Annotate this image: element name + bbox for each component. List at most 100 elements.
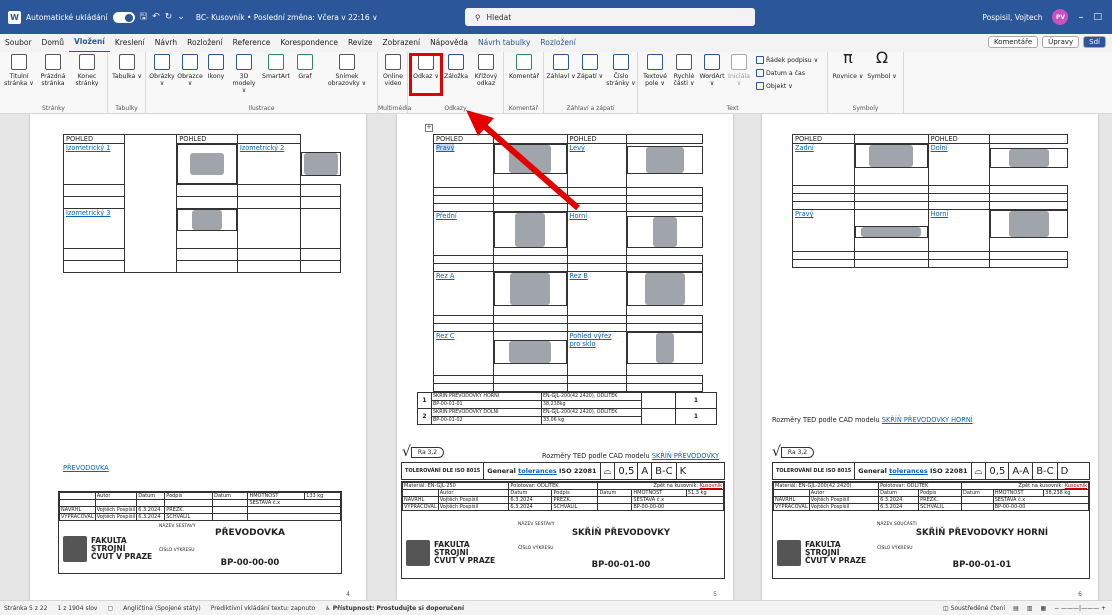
share-button[interactable]: Sdí xyxy=(1083,36,1106,48)
view-link-rez-a[interactable]: Řez A xyxy=(436,272,454,280)
view-link-rez-c[interactable]: Řez C xyxy=(436,332,455,340)
tb-label: Podpis xyxy=(551,489,599,497)
krizovy-odkaz-button[interactable]: Křížový odkaz xyxy=(470,54,502,87)
prazdna-button[interactable]: Prázdná stránka xyxy=(36,54,70,87)
bom-mass: 33,06 kg xyxy=(541,416,642,425)
smartart-button[interactable]: SmartArt xyxy=(260,54,292,80)
bom-material: EN-GJL-200(42 2420), ODLITEK xyxy=(541,408,642,417)
omega-icon: Ω xyxy=(875,48,889,67)
document-title[interactable]: BC- Kusovník • Poslední změna: Včera v 2… xyxy=(196,13,378,22)
snimek-button[interactable]: Snímek obrazovky ∨ xyxy=(322,54,372,87)
tab-navrh[interactable]: Návrh xyxy=(150,34,182,52)
print-layout-icon[interactable]: ▤ xyxy=(1013,605,1019,612)
tab-napoveda[interactable]: Nápověda xyxy=(425,34,473,52)
tab-korespondence[interactable]: Korespondence xyxy=(275,34,343,52)
ikony-button[interactable]: Ikony xyxy=(204,54,228,80)
avatar[interactable]: PV xyxy=(1052,9,1069,25)
datum-cas-button[interactable]: Datum a čas xyxy=(756,69,805,77)
view-link-izometricky-2[interactable]: Izometrický 2 xyxy=(240,144,284,152)
view-link-pohled-vyrez[interactable]: Pohled výřez pro sklo xyxy=(570,332,612,348)
object-icon xyxy=(756,82,764,90)
tol-value: 0,5 xyxy=(615,463,639,479)
view-link-horni[interactable]: Horní xyxy=(570,212,588,220)
3d-modely-button[interactable]: 3D modely ∨ xyxy=(230,54,258,94)
status-language[interactable]: Angličtina (Spojené státy) xyxy=(123,605,201,612)
cislo-stranky-button[interactable]: Číslo stránky ∨ xyxy=(606,54,636,87)
view-link-predni[interactable]: Přední xyxy=(436,212,457,220)
tab-soubor[interactable]: Soubor xyxy=(0,34,37,52)
focus-button[interactable]: ◫ Soustředěné čtení xyxy=(943,605,1005,612)
online-video-button[interactable]: Online video xyxy=(380,54,406,87)
search-box[interactable]: ⚲ Hledat xyxy=(465,8,755,26)
assembly-link[interactable]: PŘEVODOVKA xyxy=(63,464,109,472)
bom-name[interactable]: SKŘÍŇ PŘEVODOVKY DOLNÍ xyxy=(431,408,542,417)
ted-link[interactable]: SKŘÍŇ PŘEVODOVKY xyxy=(652,452,719,460)
obrazce-button[interactable]: Obrazce ∨ xyxy=(176,54,204,87)
rovnice-button[interactable]: π Rovnice ∨ xyxy=(832,50,864,81)
ted-link[interactable]: SKŘÍŇ PŘEVODOVKY HORNÍ xyxy=(882,416,973,424)
read-mode-icon[interactable]: ▥ xyxy=(1027,605,1033,612)
textove-pole-button[interactable]: Textové pole ∨ xyxy=(640,54,670,87)
radek-podpisu-button[interactable]: Řádek podpisu ∨ xyxy=(756,56,818,64)
tol-datum: A xyxy=(638,463,653,479)
view-header: POHLED xyxy=(566,134,628,144)
view-link-horni[interactable]: Horní xyxy=(931,210,949,218)
tab-domu[interactable]: Domů xyxy=(37,34,69,52)
web-layout-icon[interactable]: ▦ xyxy=(1040,605,1046,612)
komentar-button[interactable]: Komentář xyxy=(506,54,542,80)
status-accessibility[interactable]: ♿ Přístupnost: Prostudujte si doporučení xyxy=(325,605,464,612)
minimize-icon[interactable]: – xyxy=(1078,12,1083,23)
tab-kresleni[interactable]: Kreslení xyxy=(110,34,150,52)
user-name[interactable]: Pospisil, Vojtech xyxy=(982,13,1042,22)
view-link-pravy[interactable]: Pravý xyxy=(795,210,813,218)
graf-button[interactable]: Graf xyxy=(294,54,316,80)
qat-more-icon[interactable]: ⌄ xyxy=(177,12,185,22)
tab-navrh-tabulky[interactable]: Návrh tabulky xyxy=(473,34,535,52)
undo-icon[interactable]: ↶ xyxy=(152,12,160,22)
tb-material: Materiál: EN-GJL-250 xyxy=(401,482,510,490)
status-predictive[interactable]: Prediktivní vkládání textu: zapnuto xyxy=(211,605,316,612)
save-icon[interactable]: 🖫 xyxy=(140,9,148,25)
redo-icon[interactable]: ↻ xyxy=(165,12,173,22)
iniciala-button[interactable]: Iniciála ∨ xyxy=(726,54,752,87)
group-label: Záhlaví a zápatí xyxy=(566,105,615,112)
zapati-button[interactable]: Zápatí ∨ xyxy=(576,54,604,80)
obrazky-button[interactable]: Obrázky ∨ xyxy=(148,54,176,87)
restore-icon[interactable]: □ xyxy=(1093,12,1102,22)
table-move-handle[interactable]: + xyxy=(425,124,433,132)
zahlavi-button[interactable]: Záhlaví ∨ xyxy=(546,54,576,80)
proofing-icon[interactable]: ▢ xyxy=(107,605,113,612)
comments-button[interactable]: Komentáře xyxy=(987,36,1039,48)
view-link-izometricky-1[interactable]: Izometrický 1 xyxy=(66,144,110,152)
bom-name[interactable]: SKŘÍŇ PŘEVODOVKY HORNÍ xyxy=(431,392,542,401)
tabulka-button[interactable]: Tabulka ∨ xyxy=(112,54,142,80)
view-link-izometricky-3[interactable]: Izometrický 3 xyxy=(66,209,110,217)
rychle-casti-button[interactable]: Rychlé části ∨ xyxy=(670,54,698,87)
zoom-slider[interactable]: − ———|——— + xyxy=(1054,605,1106,612)
quick-parts-icon xyxy=(676,54,692,70)
objekt-button[interactable]: Objekt ∨ xyxy=(756,82,793,90)
view-link-dolni[interactable]: Dolní xyxy=(931,144,948,152)
view-link-rez-b[interactable]: Řez B xyxy=(570,272,588,280)
word-icon[interactable]: W xyxy=(8,10,21,24)
status-page[interactable]: Stránka 5 z 22 xyxy=(4,605,47,612)
tab-zobrazeni[interactable]: Zobrazení xyxy=(378,34,426,52)
tab-rozlozeni-tabulky[interactable]: Rozložení xyxy=(535,34,580,52)
tab-vlozeni[interactable]: Vložení xyxy=(68,33,110,53)
edits-button[interactable]: Úpravy xyxy=(1042,36,1080,48)
zalozka-button[interactable]: Záložka xyxy=(442,54,470,80)
autosave-toggle[interactable] xyxy=(112,11,135,23)
view-link-pravy[interactable]: Pravý xyxy=(436,144,455,152)
tab-reference[interactable]: Reference xyxy=(228,34,276,52)
view-link-levy[interactable]: Levý xyxy=(570,144,585,152)
tab-rozlozeni[interactable]: Rozložení xyxy=(182,34,227,52)
wordart-button[interactable]: WordArt ∨ xyxy=(698,54,726,87)
konec-button[interactable]: Konec stránky xyxy=(70,54,104,87)
view-link-zadni[interactable]: Zadní xyxy=(795,144,814,152)
status-words[interactable]: 1 z 1904 slov xyxy=(57,605,97,612)
symbol-button[interactable]: Ω Symbol ∨ xyxy=(866,48,898,81)
titulni-button[interactable]: Titulní stránka ∨ xyxy=(2,54,36,87)
tab-revize[interactable]: Revize xyxy=(343,34,378,52)
page-5: + POHLED POHLED Pravý Levý Přední Horní Řez… xyxy=(397,114,733,600)
document-area: POHLED POHLED Izometrický 1 Izometrický 2 … xyxy=(0,114,1112,600)
